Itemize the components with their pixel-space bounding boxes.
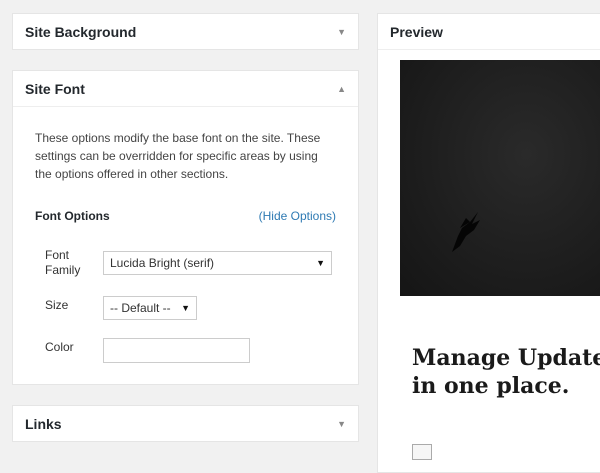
dropdown-arrow-icon: ▼ (181, 303, 190, 313)
color-input[interactable] (103, 338, 250, 363)
site-background-header[interactable]: Site Background ▼ (13, 14, 358, 50)
preview-hero-image (400, 60, 600, 296)
preview-headline: Manage Updates in one place. (412, 345, 600, 399)
size-select[interactable]: -- Default -- ▼ (103, 296, 197, 320)
links-header[interactable]: Links ▼ (13, 406, 358, 442)
expand-caret-icon[interactable]: ▼ (337, 27, 346, 37)
broken-image-icon (412, 444, 432, 460)
preview-header: Preview (378, 14, 600, 50)
links-title: Links (25, 416, 62, 432)
preview-panel: Preview Manage Updates in one place. (377, 13, 600, 473)
bird-silhouette-icon (452, 212, 480, 252)
hide-options-link[interactable]: (Hide Options) (259, 207, 336, 225)
dropdown-arrow-icon: ▼ (316, 258, 325, 268)
size-label: Size (45, 298, 69, 312)
expand-caret-icon[interactable]: ▼ (337, 419, 346, 429)
size-value: -- Default -- (110, 301, 171, 315)
links-panel[interactable]: Links ▼ (12, 405, 359, 442)
site-font-title: Site Font (25, 80, 85, 97)
font-options-label: Font Options (35, 209, 110, 223)
site-background-panel[interactable]: Site Background ▼ (12, 13, 359, 50)
site-font-description: These options modify the base font on th… (35, 131, 321, 181)
site-font-header[interactable]: Site Font ▲ (13, 71, 358, 107)
color-label: Color (45, 340, 74, 354)
font-family-label: Font Family (45, 248, 81, 277)
site-background-title: Site Background (25, 24, 137, 40)
font-family-select[interactable]: Lucida Bright (serif) ▼ (103, 251, 332, 275)
site-font-panel: Site Font ▲ These options modify the bas… (12, 70, 359, 385)
preview-title: Preview (390, 23, 443, 40)
collapse-caret-icon[interactable]: ▲ (337, 84, 346, 94)
font-family-value: Lucida Bright (serif) (110, 256, 215, 270)
